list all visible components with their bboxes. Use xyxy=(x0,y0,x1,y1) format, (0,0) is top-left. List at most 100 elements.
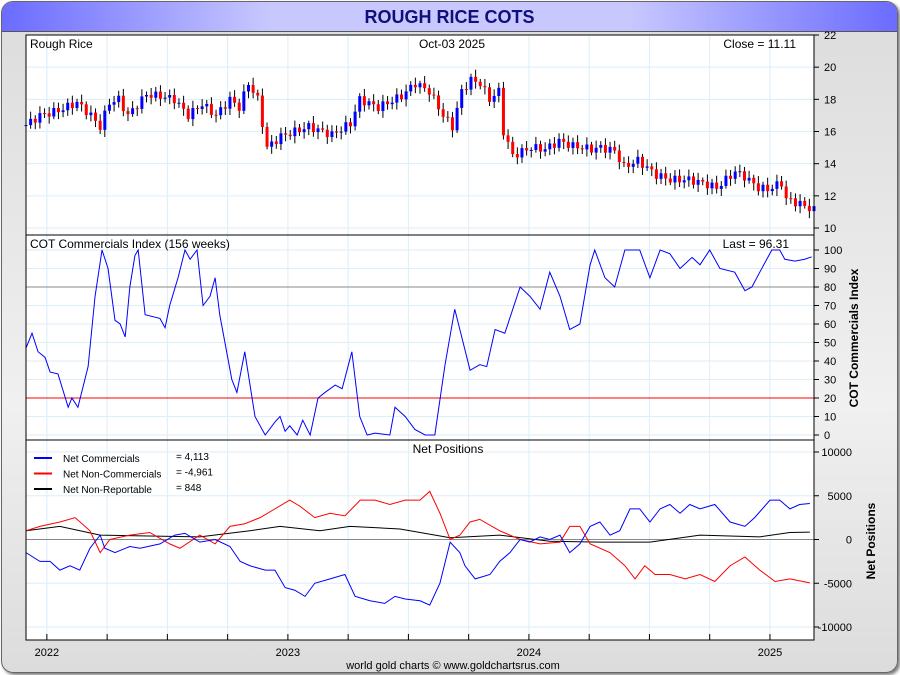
price-candle xyxy=(608,146,612,153)
price-candle xyxy=(75,101,79,108)
price-candle xyxy=(330,131,334,137)
y-tick-label: 14 xyxy=(824,159,836,171)
legend-value: = 4,113 xyxy=(176,452,209,463)
price-candle xyxy=(664,173,668,179)
y-tick-label: 30 xyxy=(824,375,836,387)
price-candle xyxy=(284,133,288,135)
price-candle xyxy=(571,142,575,148)
y-tick-label: 0 xyxy=(824,430,830,442)
price-candle xyxy=(483,86,487,88)
price-candle xyxy=(724,175,728,186)
price-candle xyxy=(98,120,102,130)
price-candle xyxy=(395,94,399,103)
price-candle xyxy=(209,103,213,115)
y-tick-label: 90 xyxy=(824,264,836,276)
price-candle xyxy=(756,183,760,192)
y-tick-label: 40 xyxy=(824,356,836,368)
legend-label: Net Commercials xyxy=(63,454,140,465)
x-tick-label: 2022 xyxy=(35,647,59,659)
price-candle xyxy=(775,181,779,189)
price-candle xyxy=(511,141,515,155)
price-candle xyxy=(335,131,339,133)
price-candle xyxy=(33,118,37,123)
price-candle xyxy=(446,116,450,118)
price-candle xyxy=(543,149,547,152)
price-candle xyxy=(256,92,260,96)
price-candle xyxy=(177,102,181,104)
price-candle xyxy=(497,87,501,97)
price-candle xyxy=(580,148,584,150)
price-candle xyxy=(196,108,200,110)
price-candle xyxy=(613,146,617,151)
price-candle xyxy=(478,81,482,87)
net-positions-axis-title: Net Positions xyxy=(864,502,878,579)
price-candle xyxy=(274,141,278,145)
x-tick-label: 2025 xyxy=(758,647,782,659)
price-candle xyxy=(636,156,640,164)
price-candle xyxy=(107,104,111,111)
price-candle xyxy=(265,126,269,147)
y-tick-label: 20 xyxy=(824,393,836,405)
cot-index-label: COT Commercials Index (156 weeks) xyxy=(30,237,230,251)
price-candle xyxy=(413,84,417,88)
panel-0-background xyxy=(26,35,814,235)
price-candle xyxy=(126,111,130,115)
price-candle xyxy=(80,101,84,105)
price-candle xyxy=(515,154,519,158)
price-candle xyxy=(807,205,811,212)
y-tick-label: 18 xyxy=(824,94,836,106)
y-tick-label: 22 xyxy=(824,30,836,42)
y-tick-label: 60 xyxy=(824,319,836,331)
price-candle xyxy=(38,113,42,123)
price-candle xyxy=(168,94,172,98)
price-candle xyxy=(29,118,33,126)
price-candle xyxy=(761,184,765,192)
price-candle xyxy=(404,91,408,100)
panel-1-background xyxy=(26,235,814,440)
price-candle xyxy=(423,83,427,89)
y-tick-label: 10000 xyxy=(821,447,852,459)
price-candle xyxy=(645,166,649,168)
y-tick-label: 0 xyxy=(846,535,852,547)
price-candle xyxy=(135,108,139,110)
price-candle xyxy=(738,171,742,173)
price-candle xyxy=(599,145,603,148)
price-candle xyxy=(200,106,204,110)
price-candle xyxy=(358,96,362,112)
y-tick-label: 12 xyxy=(824,191,836,203)
price-candle xyxy=(469,76,473,90)
price-candle xyxy=(742,171,746,181)
price-candle xyxy=(172,94,176,104)
price-candle xyxy=(399,94,403,100)
price-candle xyxy=(659,173,663,179)
price-candle xyxy=(687,176,691,181)
price-candle xyxy=(297,127,301,133)
y-tick-label: 20 xyxy=(824,62,836,74)
price-candle xyxy=(488,87,492,102)
price-candle xyxy=(576,142,580,149)
price-candle xyxy=(372,101,376,105)
legend-label: Net Non-Commercials xyxy=(63,470,161,481)
price-candle xyxy=(56,108,60,113)
price-candle xyxy=(696,179,700,185)
price-candle xyxy=(780,181,784,187)
price-candle xyxy=(339,131,343,133)
price-candle xyxy=(344,122,348,132)
price-candle xyxy=(52,108,56,117)
price-candle xyxy=(548,143,552,150)
price-candle xyxy=(381,101,385,112)
price-candle xyxy=(260,95,264,127)
price-candle xyxy=(766,184,770,192)
price-candle xyxy=(520,148,524,158)
price-candle xyxy=(186,108,190,120)
price-candle xyxy=(246,84,250,92)
price-candle xyxy=(566,141,570,148)
price-candle xyxy=(94,112,98,121)
legend-value: = 848 xyxy=(176,483,202,494)
price-candle xyxy=(158,91,162,99)
price-candle xyxy=(460,89,464,108)
y-tick-label: 80 xyxy=(824,282,836,294)
price-candle xyxy=(70,102,74,108)
price-candle xyxy=(293,127,297,137)
price-candle xyxy=(747,177,751,181)
